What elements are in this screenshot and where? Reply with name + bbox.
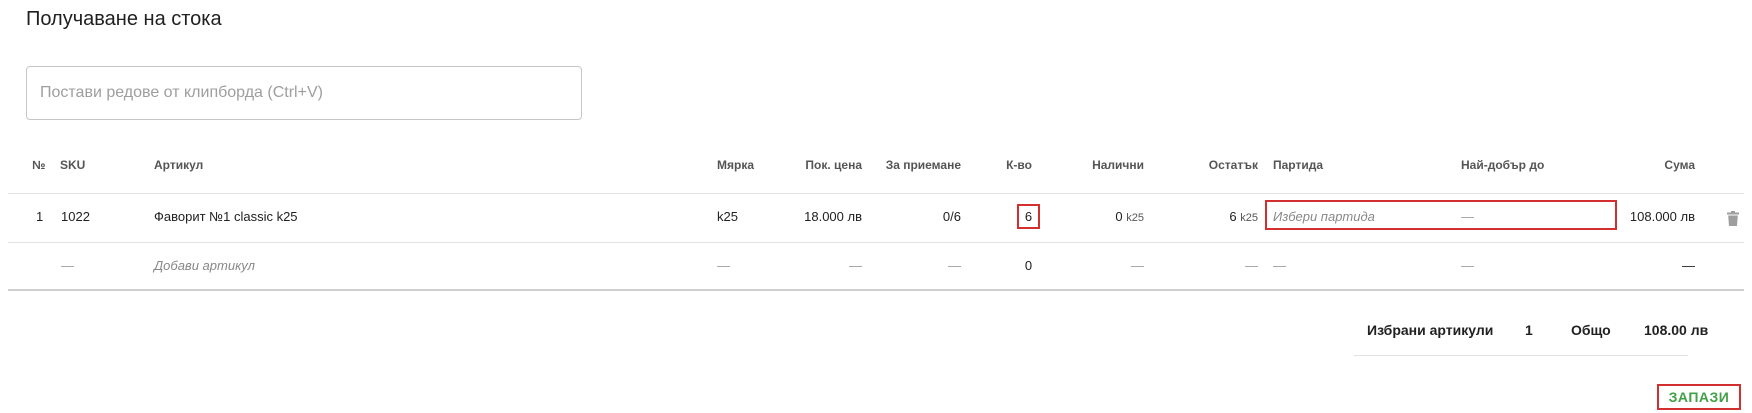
header-remaining: Остатък bbox=[1208, 158, 1258, 172]
header-available: Налични bbox=[1092, 158, 1144, 172]
selected-count: 1 bbox=[1525, 322, 1533, 338]
add-best-before: — bbox=[1461, 258, 1474, 273]
header-to-receive: За приемане bbox=[885, 158, 961, 172]
header-best-before: Най-добър до bbox=[1461, 158, 1545, 172]
header-qty: К-во bbox=[1006, 158, 1032, 172]
add-to-receive: — bbox=[948, 258, 961, 273]
batch-placeholder: Избери партида bbox=[1273, 209, 1375, 224]
header-divider bbox=[8, 193, 1744, 194]
total-label: Общо bbox=[1571, 322, 1611, 338]
add-available: — bbox=[1131, 258, 1144, 273]
remaining-value: 6 bbox=[1229, 209, 1237, 224]
trash-icon[interactable] bbox=[1727, 211, 1739, 226]
available-unit: k25 bbox=[1126, 212, 1144, 224]
row-remaining: 6 k25 bbox=[1170, 209, 1258, 224]
page-title: Получаване на стока bbox=[26, 8, 222, 30]
row-best-before: — bbox=[1461, 209, 1474, 224]
row-to-receive: 0/6 bbox=[942, 209, 961, 224]
header-sku: SKU bbox=[60, 158, 86, 172]
add-price: — bbox=[849, 258, 862, 273]
row-sku: 1022 bbox=[61, 209, 90, 224]
row-num: 1 bbox=[36, 209, 44, 224]
add-batch: — bbox=[1273, 258, 1286, 273]
header-unit: Мярка bbox=[717, 158, 755, 172]
selected-label: Избрани артикули bbox=[1367, 322, 1494, 338]
row-sum: 108.000 лв bbox=[1629, 209, 1695, 224]
row-price: 18.000 лв bbox=[804, 209, 862, 224]
summary-divider bbox=[1354, 355, 1688, 356]
paste-input[interactable]: Постави редове от клипборда (Ctrl+V) bbox=[26, 66, 582, 120]
row-divider bbox=[8, 242, 1744, 243]
header-price: Пок. цена bbox=[805, 158, 862, 172]
available-value: 0 bbox=[1115, 209, 1123, 224]
paste-placeholder: Постави редове от клипборда (Ctrl+V) bbox=[40, 84, 323, 101]
header-sum: Сума bbox=[1664, 158, 1695, 172]
header-batch: Партида bbox=[1273, 158, 1324, 172]
row-available: 0 k25 bbox=[1060, 209, 1144, 224]
add-article-input[interactable]: Добави артикул bbox=[154, 258, 255, 273]
header-num: № bbox=[32, 158, 46, 172]
row-unit: k25 bbox=[717, 209, 738, 224]
add-remaining: — bbox=[1245, 258, 1258, 273]
header-article: Артикул bbox=[154, 158, 204, 172]
save-button[interactable]: ЗАПАЗИ bbox=[1657, 384, 1741, 410]
total-value: 108.00 лв bbox=[1644, 322, 1709, 338]
add-sum: — bbox=[1682, 258, 1695, 273]
add-qty: 0 bbox=[1024, 258, 1033, 273]
remaining-unit: k25 bbox=[1240, 212, 1258, 224]
row-qty: 6 bbox=[1024, 209, 1033, 224]
table-bottom-divider bbox=[8, 289, 1744, 291]
row-article: Фаворит №1 classic k25 bbox=[154, 209, 298, 224]
add-unit: — bbox=[717, 258, 730, 273]
add-sku: — bbox=[61, 258, 74, 273]
